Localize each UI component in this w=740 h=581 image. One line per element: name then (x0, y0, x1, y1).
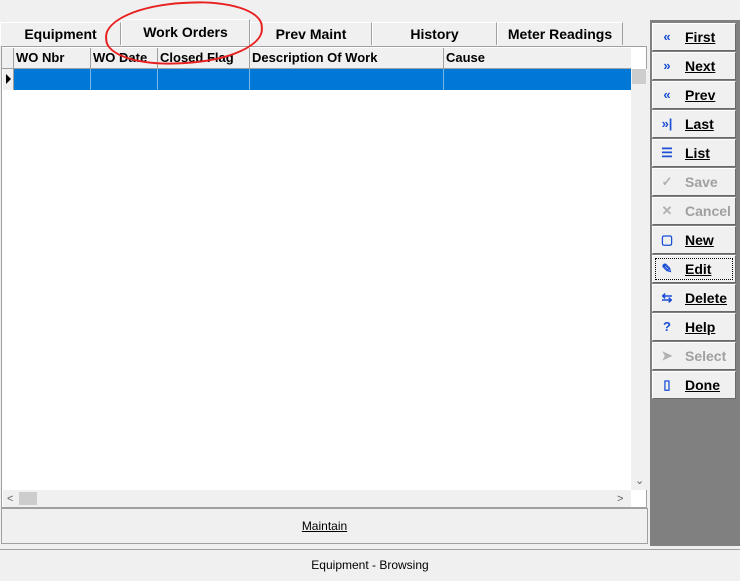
last-button-label: Last (685, 116, 714, 132)
double-right-bar-icon: »| (661, 116, 673, 131)
cell-closed-flag[interactable] (158, 69, 250, 90)
delete-button-label: Delete (685, 290, 728, 306)
vertical-scrollbar[interactable]: ⌄ (631, 69, 647, 490)
double-right-chevron-icon: » (663, 58, 671, 73)
help-button[interactable]: ? Help (652, 313, 736, 341)
horizontal-scroll-thumb[interactable] (19, 492, 37, 505)
list-button-label: List (685, 145, 710, 161)
cell-wo-date[interactable] (91, 69, 158, 90)
first-button-label: First (685, 29, 716, 45)
tab-equipment[interactable]: Equipment (0, 22, 121, 45)
prev-button-label: Prev (685, 87, 716, 103)
vertical-scroll-thumb[interactable] (632, 69, 646, 84)
maintain-button[interactable]: Maintain (1, 508, 648, 544)
delete-button[interactable]: ⇆ Delete (652, 284, 736, 312)
tab-history[interactable]: History (372, 22, 497, 45)
save-button[interactable]: ✓ Save (652, 168, 736, 196)
select-button-label: Select (685, 348, 727, 364)
edit-button[interactable]: ✎ Edit (652, 255, 736, 283)
first-button[interactable]: « First (652, 23, 736, 51)
table-row[interactable] (14, 69, 631, 90)
status-bar: Equipment - Browsing (0, 549, 740, 581)
new-button[interactable]: ▢ New (652, 226, 736, 254)
scroll-right-arrow-icon[interactable]: > (617, 493, 623, 505)
last-button[interactable]: »| Last (652, 110, 736, 138)
tab-meter-readings[interactable]: Meter Readings (497, 22, 623, 45)
cell-wo-nbr[interactable] (14, 69, 91, 90)
x-icon: ✕ (661, 203, 673, 218)
horizontal-scrollbar[interactable]: < > (3, 490, 631, 507)
edit-document-icon: ✎ (661, 261, 673, 276)
prev-button[interactable]: « Prev (652, 81, 736, 109)
question-mark-icon: ? (663, 319, 671, 334)
save-button-label: Save (685, 174, 718, 190)
row-header-corner (2, 48, 14, 69)
new-document-icon: ▢ (660, 232, 674, 247)
cancel-button-label: Cancel (685, 203, 731, 219)
column-header-wo-nbr[interactable]: WO Nbr (14, 48, 91, 69)
tab-work-orders[interactable]: Work Orders (121, 19, 250, 46)
scroll-left-arrow-icon[interactable]: < (7, 493, 13, 505)
tab-strip: Equipment Work Orders Prev Maint History… (0, 0, 652, 69)
next-button-label: Next (685, 58, 716, 74)
door-exit-icon: ▯ (663, 377, 671, 392)
list-icon: ☰ (661, 145, 673, 160)
delete-icon: ⇆ (661, 290, 673, 305)
double-left-chevron-icon: « (663, 29, 671, 44)
column-header-cause[interactable]: Cause (444, 48, 631, 69)
tab-prev-maint[interactable]: Prev Maint (250, 22, 372, 45)
command-panel: « First » Next « Prev »| Last ☰ List ✓ Save ✕ Cancel ▢… (650, 20, 740, 546)
column-header-wo-date[interactable]: WO Date (91, 48, 158, 69)
maintain-label: Maintain (301, 519, 348, 533)
cell-description[interactable] (250, 69, 444, 90)
current-row-indicator-icon (3, 69, 14, 90)
double-left-chevron-icon: « (663, 87, 671, 102)
select-button[interactable]: ➤ Select (652, 342, 736, 370)
done-button[interactable]: ▯ Done (652, 371, 736, 399)
cancel-button[interactable]: ✕ Cancel (652, 197, 736, 225)
status-text: Equipment - Browsing (311, 558, 429, 572)
cell-cause[interactable] (444, 69, 631, 90)
column-header-closed-flag[interactable]: Closed Flag (158, 48, 250, 69)
edit-button-label: Edit (685, 261, 712, 277)
checkmark-icon: ✓ (661, 174, 673, 189)
help-button-label: Help (685, 319, 716, 335)
select-icon: ➤ (661, 348, 673, 363)
scroll-down-arrow-icon[interactable]: ⌄ (635, 475, 644, 487)
column-header-description[interactable]: Description Of Work (250, 48, 444, 69)
work-orders-grid[interactable]: WO Nbr WO Date Closed Flag Description O… (1, 46, 647, 508)
list-button[interactable]: ☰ List (652, 139, 736, 167)
next-button[interactable]: » Next (652, 52, 736, 80)
done-button-label: Done (685, 377, 720, 393)
new-button-label: New (685, 232, 714, 248)
